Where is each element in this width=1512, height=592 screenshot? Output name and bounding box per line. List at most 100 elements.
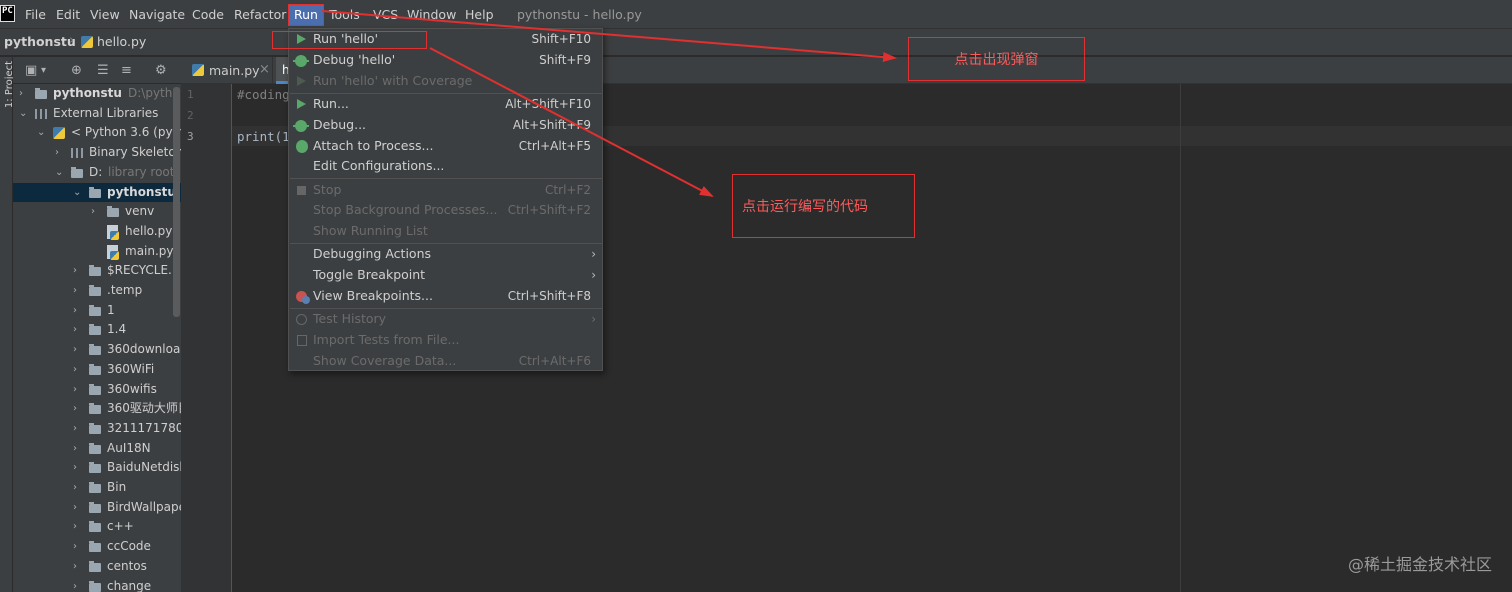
tree-item[interactable]: ⌄ External Libraries — [13, 104, 181, 124]
tree-item[interactable]: › 360downloac — [13, 340, 181, 360]
tree-item[interactable]: › BirdWallpape — [13, 498, 181, 518]
tree-item-label: venv — [125, 204, 155, 219]
tree-item[interactable]: ⌄ D: library root — [13, 163, 181, 183]
menu-file[interactable]: File — [25, 6, 46, 24]
menu-refactor[interactable]: Refactor — [234, 6, 286, 24]
menu-item-view-breakpoints[interactable]: View Breakpoints... Ctrl+Shift+F8 — [289, 286, 602, 307]
menu-item-debug[interactable]: Debug... Alt+Shift+F9 — [289, 115, 602, 136]
chevron-right-icon[interactable]: › — [73, 301, 83, 321]
chevron-right-icon[interactable]: › — [91, 202, 101, 222]
tree-item[interactable]: › venv — [13, 202, 181, 222]
close-icon[interactable]: × — [259, 62, 270, 77]
shortcut: Alt+Shift+F9 — [512, 117, 591, 132]
expand-all-icon[interactable]: ☰ — [97, 63, 109, 78]
menu-vcs[interactable]: VCS — [373, 6, 398, 24]
tree-item[interactable]: › c++ — [13, 517, 181, 537]
chevron-right-icon[interactable]: › — [73, 517, 83, 537]
menu-item-attach[interactable]: Attach to Process... Ctrl+Alt+F5 — [289, 136, 602, 157]
chevron-right-icon[interactable]: › — [73, 557, 83, 577]
chevron-right-icon[interactable]: › — [73, 340, 83, 360]
tree-item[interactable]: main.py — [13, 242, 181, 262]
menu-item-edit-configurations[interactable]: Edit Configurations... — [289, 156, 602, 177]
tree-item-label: 360WiFi — [107, 361, 155, 376]
tree-item[interactable]: › AuI18N — [13, 439, 181, 459]
menu-item-label: Test History — [313, 311, 387, 326]
menu-navigate[interactable]: Navigate — [129, 6, 185, 24]
view-dropdown-icon[interactable]: ▾ — [41, 63, 46, 78]
chevron-right-icon[interactable]: › — [73, 498, 83, 518]
chevron-right-icon[interactable]: › — [73, 478, 83, 498]
tree-item[interactable]: › 360驱动大师目 — [13, 399, 181, 419]
tree-item-label: Binary Skeletons — [89, 145, 181, 160]
chevron-right-icon[interactable]: › — [73, 458, 83, 478]
code-line[interactable]: print(1 — [237, 129, 290, 144]
chevron-down-icon[interactable]: ⌄ — [37, 123, 47, 143]
tree-item[interactable]: › .temp — [13, 281, 181, 301]
chevron-right-icon[interactable]: › — [73, 537, 83, 557]
tree-item[interactable]: › 1 — [13, 301, 181, 321]
tree-item[interactable]: › centos — [13, 557, 181, 577]
chevron-right-icon[interactable]: › — [73, 380, 83, 400]
tree-item[interactable]: › 3211171780 — [13, 419, 181, 439]
tree-item-label: BaiduNetdisk — [107, 460, 181, 475]
menu-help[interactable]: Help — [465, 6, 494, 24]
menu-window[interactable]: Window — [407, 6, 456, 24]
project-view-icon[interactable]: ▣ — [25, 63, 37, 78]
chevron-right-icon[interactable]: › — [73, 261, 83, 281]
tree-item[interactable]: › 1.4 — [13, 320, 181, 340]
chevron-right-icon[interactable]: › — [19, 84, 29, 104]
tab-main-py[interactable]: main.py × — [181, 57, 273, 84]
chevron-right-icon[interactable]: › — [73, 320, 83, 340]
attach-icon — [296, 139, 308, 153]
menu-item-label: Debugging Actions — [313, 246, 432, 261]
menu-item-debug-hello[interactable]: Debug 'hello' Shift+F9 — [289, 50, 602, 71]
shortcut: Ctrl+Alt+F5 — [518, 138, 591, 153]
tree-item[interactable]: › Binary Skeletons — [13, 143, 181, 163]
chevron-right-icon[interactable]: › — [73, 439, 83, 459]
breadcrumb-project[interactable]: pythonstu — [4, 34, 76, 49]
menu-item-label: Toggle Breakpoint — [313, 266, 426, 282]
locate-icon[interactable]: ⊕ — [71, 63, 82, 78]
tree-item[interactable]: › 360wifis — [13, 380, 181, 400]
menu-run[interactable]: Run — [288, 4, 324, 26]
clock-icon — [296, 314, 307, 325]
menu-view[interactable]: View — [90, 6, 120, 24]
chevron-right-icon[interactable]: › — [55, 143, 65, 163]
menu-item-run[interactable]: Run... Alt+Shift+F10 — [289, 94, 602, 115]
gear-icon[interactable]: ⚙ — [155, 63, 167, 78]
tree-item[interactable]: › ccCode — [13, 537, 181, 557]
menu-item-label: Stop — [313, 181, 342, 197]
menu-item-label: Edit Configurations... — [313, 158, 445, 174]
menu-tools[interactable]: Tools — [329, 6, 360, 24]
menu-item-toggle-breakpoint[interactable]: Toggle Breakpoint › — [289, 265, 602, 286]
chevron-down-icon[interactable]: ⌄ — [55, 163, 65, 183]
chevron-right-icon[interactable]: › — [73, 399, 83, 419]
chevron-right-icon[interactable]: › — [73, 360, 83, 380]
breadcrumb-file[interactable]: hello.py — [97, 34, 146, 49]
code-line[interactable]: #coding — [237, 87, 290, 102]
chevron-down-icon[interactable]: ⌄ — [73, 183, 83, 203]
tree-item[interactable]: › BaiduNetdisk — [13, 458, 181, 478]
tree-item[interactable]: ⌄ pythonstu — [13, 182, 181, 203]
tree-item[interactable]: › pythonstu D:\pytho — [13, 84, 181, 104]
chevron-right-icon[interactable]: › — [73, 419, 83, 439]
tree-item-label: ccCode — [107, 539, 151, 554]
menu-item-run-hello[interactable]: Run 'hello' Shift+F10 — [272, 29, 602, 50]
tree-item[interactable]: › change — [13, 577, 181, 592]
tree-item[interactable]: hello.py — [13, 222, 181, 242]
chevron-right-icon[interactable]: › — [73, 281, 83, 301]
tree-item[interactable]: › 360WiFi — [13, 360, 181, 380]
tree-item[interactable]: › Bin — [13, 478, 181, 498]
tree-item[interactable]: › $RECYCLE.BI — [13, 261, 181, 281]
tree-item-label: Bin — [107, 480, 127, 494]
tree-scrollbar[interactable] — [173, 87, 180, 317]
menu-code[interactable]: Code — [192, 6, 224, 24]
menu-item-import-tests: Import Tests from File... — [289, 330, 602, 351]
chevron-down-icon[interactable]: ⌄ — [19, 104, 29, 124]
tree-item[interactable]: ⌄ < Python 3.6 (pytho — [13, 123, 181, 143]
menu-edit[interactable]: Edit — [56, 6, 80, 24]
submenu-arrow-icon: › — [591, 247, 596, 261]
chevron-right-icon[interactable]: › — [73, 577, 83, 592]
collapse-all-icon[interactable]: ≡ — [121, 63, 132, 78]
menu-item-debugging-actions[interactable]: Debugging Actions › — [289, 244, 602, 265]
